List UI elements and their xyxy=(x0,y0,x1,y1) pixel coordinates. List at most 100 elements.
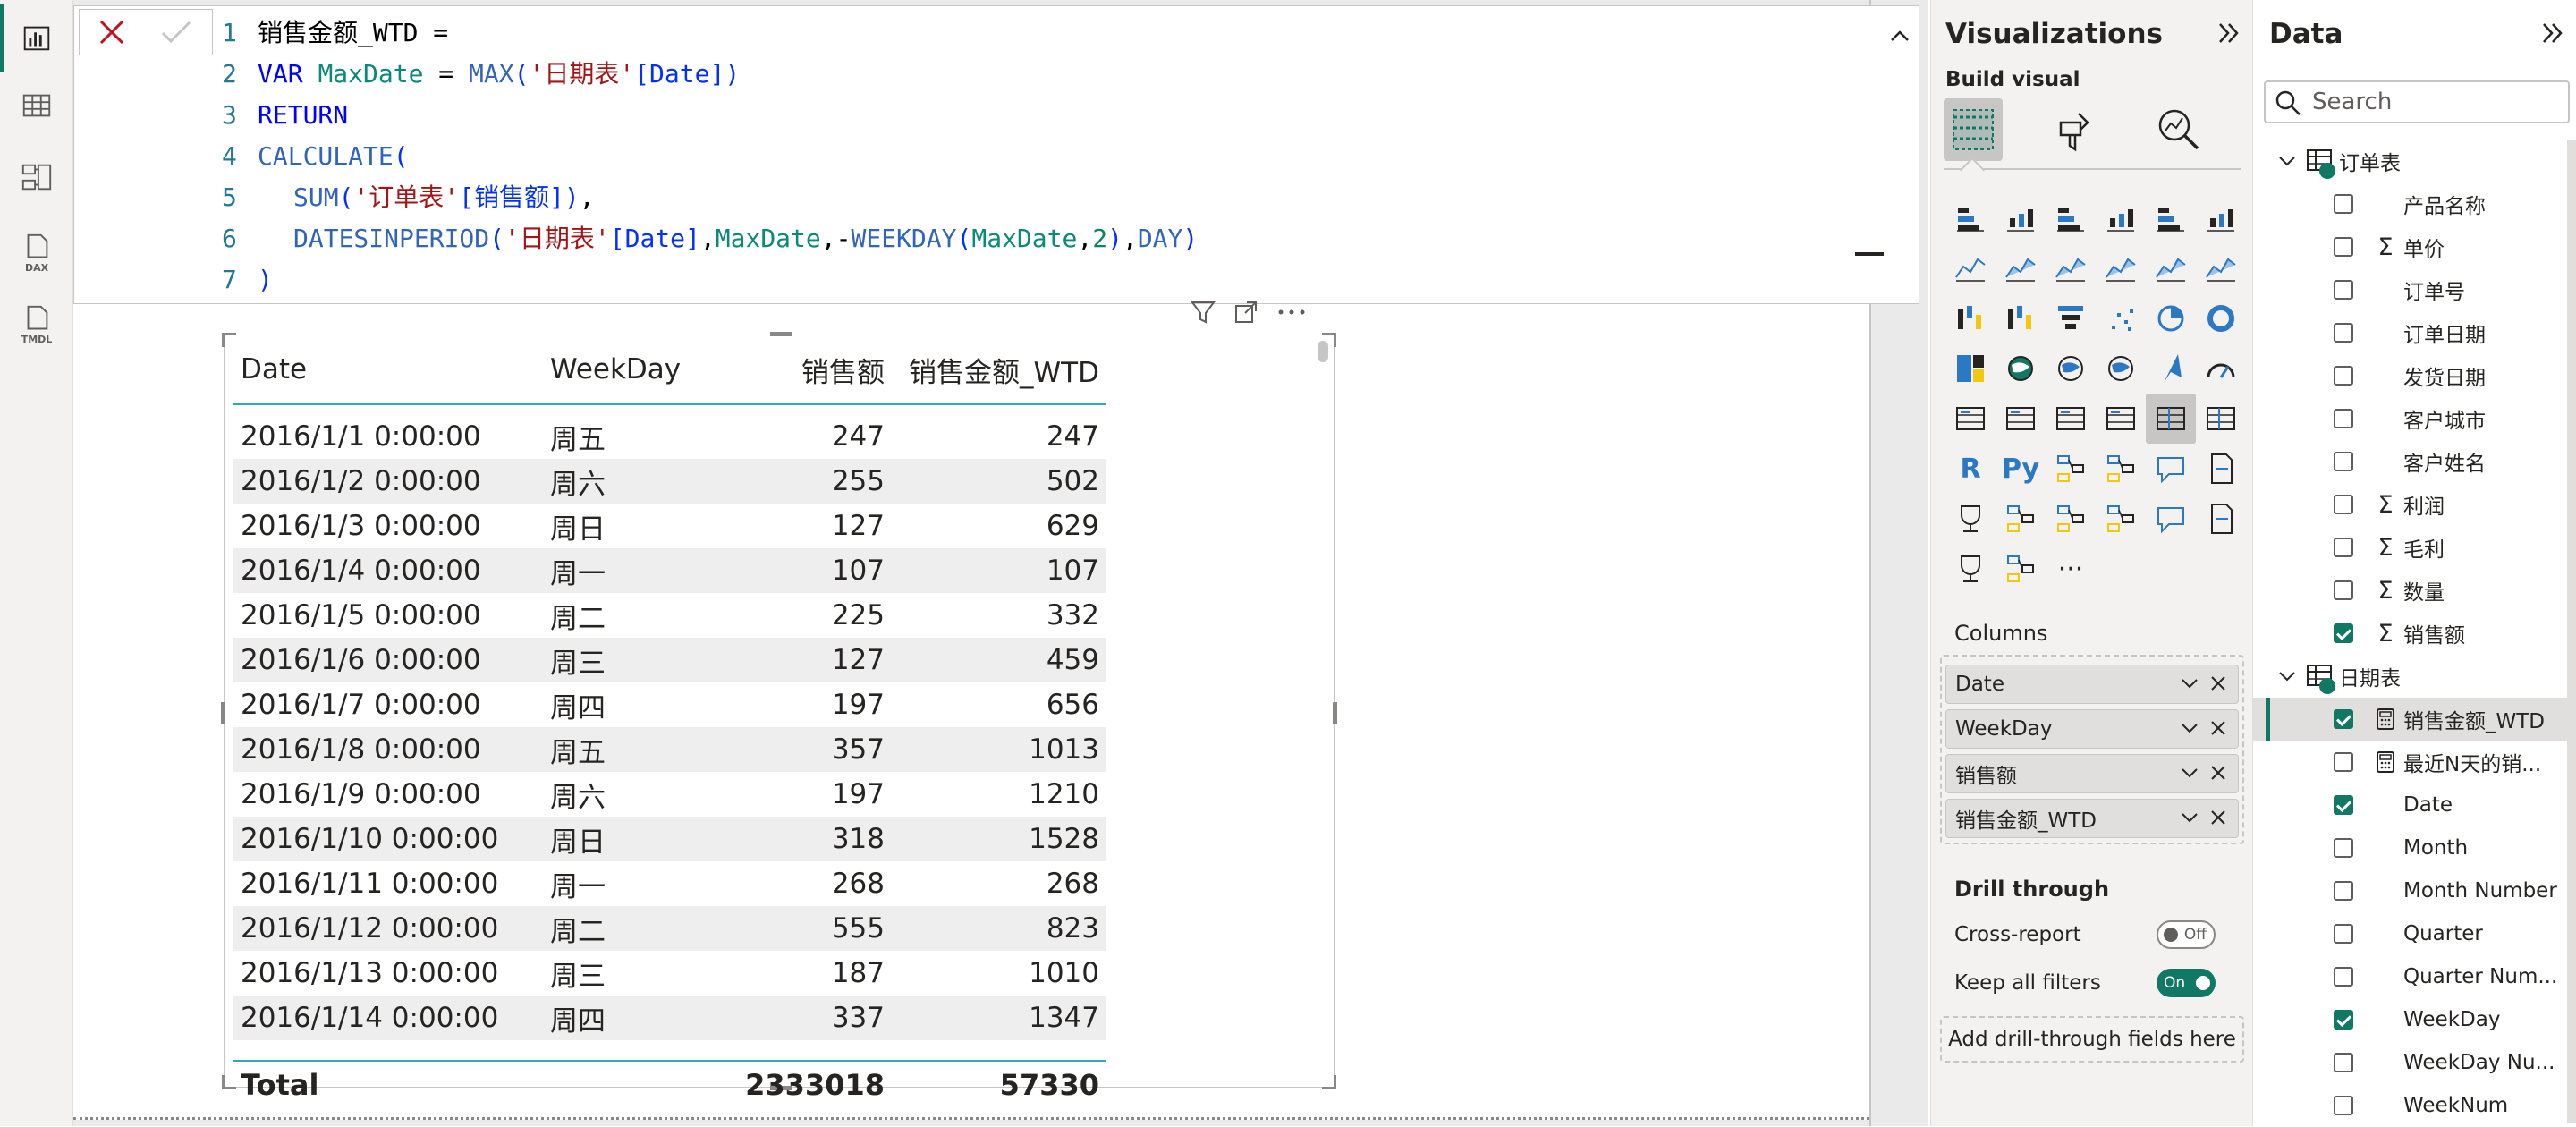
field-checkbox[interactable] xyxy=(2334,881,2353,901)
formula-editor[interactable]: 1 销售金额_WTD = 2 VAR MaxDate = MAX('日期表' [Dat… xyxy=(222,13,1832,301)
field-checkbox[interactable] xyxy=(2334,495,2353,514)
collapse-data-pane-button[interactable] xyxy=(2539,20,2566,54)
chevron-down-icon[interactable] xyxy=(2177,671,2202,696)
pie-chart-icon[interactable] xyxy=(2146,293,2196,343)
column-header[interactable]: WeekDay xyxy=(543,353,713,386)
cross-report-toggle[interactable]: Off xyxy=(2157,920,2216,949)
collapse-visualizations-button[interactable] xyxy=(2216,20,2242,54)
field-node[interactable]: WeekDay xyxy=(2253,998,2576,1041)
field-checkbox[interactable] xyxy=(2334,237,2353,257)
remove-field-icon[interactable] xyxy=(2206,716,2231,741)
power-automate-icon[interactable] xyxy=(1996,544,2046,594)
report-view-button[interactable] xyxy=(0,4,73,72)
table-icon[interactable] xyxy=(2146,394,2196,444)
waterfall-icon[interactable] xyxy=(1996,293,2046,343)
field-node[interactable]: 最近N天的销... xyxy=(2253,741,2576,784)
field-checkbox[interactable] xyxy=(2334,924,2353,944)
new-card-icon[interactable] xyxy=(2046,494,2096,544)
power-apps-icon[interactable] xyxy=(1945,544,1996,594)
minimize-icon[interactable] xyxy=(1855,252,1884,256)
field-node[interactable]: Month Number xyxy=(2253,869,2576,912)
clustered-column-icon[interactable] xyxy=(2096,193,2146,243)
field-checkbox[interactable] xyxy=(2334,452,2353,471)
table-visual[interactable]: Date WeekDay 销售额 销售金额_WTD 2016/1/1 0:00:00 周五… xyxy=(221,332,1337,1102)
focus-mode-icon[interactable] xyxy=(1233,299,1259,326)
field-checkbox[interactable] xyxy=(2334,1096,2353,1115)
table-row[interactable]: 2016/1/7 0:00:00 周四 197 656 xyxy=(233,682,1106,727)
stacked-area-icon[interactable] xyxy=(2046,243,2096,293)
collapse-formula-button[interactable] xyxy=(1884,20,1916,52)
field-node[interactable]: Σ 数量 xyxy=(2253,569,2576,612)
more-options-icon[interactable] xyxy=(1275,299,1308,326)
table-row[interactable]: 2016/1/12 0:00:00 周二 555 823 xyxy=(233,906,1106,951)
tmdl-view-button[interactable]: TMDL xyxy=(0,286,73,354)
field-checkbox[interactable] xyxy=(2334,967,2353,987)
100-stacked-bar-icon[interactable] xyxy=(2146,193,2196,243)
field-checkbox[interactable] xyxy=(2334,194,2353,214)
table-row[interactable]: 2016/1/8 0:00:00 周五 357 1013 xyxy=(233,727,1106,772)
tab-format-visual[interactable] xyxy=(2046,98,2105,161)
field-node[interactable]: WeekNum xyxy=(2253,1084,2576,1127)
column-well-item[interactable]: 销售金额_WTD xyxy=(1945,799,2239,838)
100-stacked-column-icon[interactable] xyxy=(2196,193,2246,243)
remove-field-icon[interactable] xyxy=(2206,760,2231,785)
field-node[interactable]: Date xyxy=(2253,784,2576,826)
table-row[interactable]: 2016/1/3 0:00:00 周日 127 629 xyxy=(233,504,1106,548)
table-row[interactable]: 2016/1/2 0:00:00 周六 255 502 xyxy=(233,459,1106,504)
ribbon-chart-icon[interactable] xyxy=(1945,293,1996,343)
field-node[interactable]: 客户城市 xyxy=(2253,397,2576,440)
table-row[interactable]: 2016/1/5 0:00:00 周二 225 332 xyxy=(233,593,1106,638)
field-node[interactable]: Quarter Num... xyxy=(2253,955,2576,998)
tab-build-visual[interactable] xyxy=(1944,98,2003,161)
field-checkbox[interactable] xyxy=(2334,323,2353,343)
metrics-icon[interactable] xyxy=(1996,494,2046,544)
table-scrollbar[interactable] xyxy=(1318,341,1328,362)
line-and-clustered-column-icon[interactable] xyxy=(2196,243,2246,293)
columns-well[interactable]: Date WeekDay 销售额 销售金额_WTD xyxy=(1940,655,2244,844)
cancel-formula-button[interactable] xyxy=(80,10,144,55)
table-row[interactable]: 2016/1/9 0:00:00 周六 197 1210 xyxy=(233,772,1106,817)
more-visuals-icon[interactable]: ··· xyxy=(2046,544,2096,594)
paginated-report-icon[interactable] xyxy=(1945,494,1996,544)
table-view-button[interactable] xyxy=(0,72,73,140)
field-node[interactable]: Σ 毛利 xyxy=(2253,526,2576,569)
field-checkbox[interactable] xyxy=(2334,366,2353,386)
scatter-icon[interactable] xyxy=(2096,293,2146,343)
chevron-down-icon[interactable] xyxy=(2276,665,2298,687)
100-stacked-area-icon[interactable] xyxy=(2096,243,2146,293)
model-view-button[interactable] xyxy=(0,143,73,211)
resize-handle-right[interactable] xyxy=(1333,702,1337,724)
chevron-down-icon[interactable] xyxy=(2177,716,2202,741)
search-input[interactable]: Search xyxy=(2264,80,2570,123)
field-checkbox[interactable] xyxy=(2334,623,2353,643)
list-slicer-icon[interactable] xyxy=(2196,494,2246,544)
multi-row-card-icon[interactable] xyxy=(1996,394,2046,444)
table-row[interactable]: 2016/1/13 0:00:00 周三 187 1010 xyxy=(233,951,1106,996)
treemap-icon[interactable] xyxy=(1945,343,1996,394)
dax-query-view-button[interactable]: DAX xyxy=(0,215,73,283)
azure-map-icon[interactable] xyxy=(2146,343,2196,394)
table-node[interactable]: 日期表 xyxy=(2253,655,2576,698)
resize-handle-left[interactable] xyxy=(221,702,225,724)
column-well-item[interactable]: WeekDay xyxy=(1945,709,2239,749)
field-node[interactable]: Month xyxy=(2253,826,2576,869)
filter-icon[interactable] xyxy=(1190,299,1216,326)
decomposition-tree-icon[interactable] xyxy=(2096,444,2146,494)
column-well-item[interactable]: Date xyxy=(1945,665,2239,704)
resize-corner[interactable] xyxy=(1322,1075,1336,1089)
table-row[interactable]: 2016/1/4 0:00:00 周一 107 107 xyxy=(233,548,1106,593)
table-row[interactable]: 2016/1/14 0:00:00 周四 337 1347 xyxy=(233,996,1106,1040)
field-node[interactable]: 订单日期 xyxy=(2253,311,2576,354)
column-header[interactable]: Date xyxy=(233,353,543,386)
stacked-bar-icon[interactable] xyxy=(1945,193,1996,243)
field-checkbox[interactable] xyxy=(2334,280,2353,300)
narrative-icon[interactable] xyxy=(2196,444,2246,494)
field-node[interactable]: WeekDay Nu... xyxy=(2253,1041,2576,1084)
card-icon[interactable] xyxy=(1945,394,1996,444)
field-checkbox[interactable] xyxy=(2334,709,2353,729)
button-slicer-icon[interactable] xyxy=(2146,494,2196,544)
shape-map-icon[interactable] xyxy=(2096,343,2146,394)
funnel-icon[interactable] xyxy=(2046,293,2096,343)
field-checkbox[interactable] xyxy=(2334,538,2353,557)
matrix-icon[interactable] xyxy=(2196,394,2246,444)
